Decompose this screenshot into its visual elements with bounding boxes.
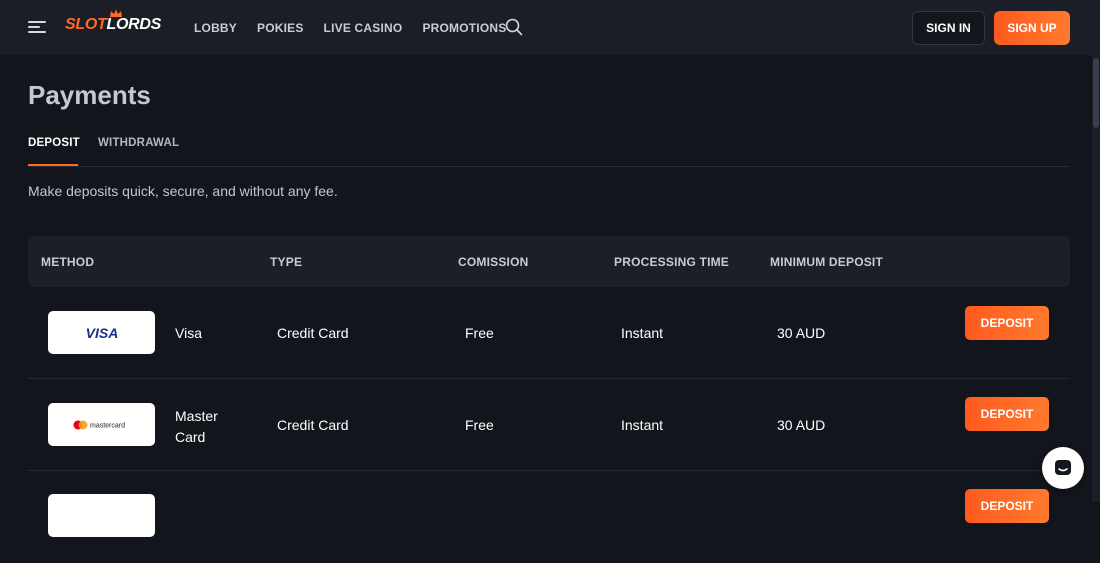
svg-text:mastercard: mastercard [90, 422, 125, 429]
active-tab-indicator [28, 164, 78, 166]
nav-live-casino[interactable]: LIVE CASINO [324, 21, 403, 35]
column-commission: COMISSION [458, 255, 529, 269]
deposit-button[interactable]: DEPOSIT [965, 306, 1049, 340]
scrollbar-thumb[interactable] [1093, 58, 1099, 128]
search-icon[interactable] [505, 18, 523, 36]
deposit-description: Make deposits quick, secure, and without… [28, 183, 338, 199]
table-row: VISA Visa Credit Card Free Instant 30 AU… [28, 287, 1070, 379]
column-method: METHOD [41, 255, 95, 269]
method-minimum-deposit: 30 AUD [777, 325, 826, 341]
nav-pokies[interactable]: POKIES [257, 21, 304, 35]
mastercard-logo: mastercard [48, 403, 155, 446]
column-minimum-deposit: MINIMUM DEPOSIT [770, 255, 883, 269]
method-processing-time: Instant [621, 417, 664, 433]
nav-promotions[interactable]: PROMOTIONS [422, 21, 506, 35]
page-title: Payments [28, 80, 151, 110]
method-commission: Free [465, 325, 494, 341]
table-row: mastercard Master Card Credit Card Free … [28, 379, 1070, 471]
visa-logo: VISA [48, 311, 155, 354]
method-commission: Free [465, 417, 494, 433]
payment-tabs: DEPOSIT WITHDRAWAL [28, 137, 1070, 167]
sign-in-button[interactable]: SIGN IN [912, 11, 985, 45]
main-nav: LOBBY POKIES LIVE CASINO PROMOTIONS [194, 21, 526, 35]
menu-icon[interactable] [28, 19, 48, 35]
sign-up-button[interactable]: SIGN UP [994, 11, 1070, 45]
method-name: Visa [175, 325, 202, 341]
method-name-line1: Master [175, 408, 218, 424]
site-logo[interactable]: SLOTLORDS [65, 16, 161, 34]
table-row: DEPOSIT [28, 471, 1070, 563]
deposit-button[interactable]: DEPOSIT [965, 397, 1049, 431]
method-processing-time: Instant [621, 325, 664, 341]
payments-table-header: METHOD TYPE COMISSION PROCESSING TIME MI… [28, 236, 1070, 287]
deposit-button[interactable]: DEPOSIT [965, 489, 1049, 523]
method-type: Credit Card [277, 325, 349, 341]
method-type: Credit Card [277, 417, 349, 433]
method-name: Master Card [175, 406, 218, 448]
top-header: SLOTLORDS LOBBY POKIES LIVE CASINO PROMO… [0, 0, 1100, 55]
column-processing-time: PROCESSING TIME [614, 255, 730, 269]
column-type: TYPE [270, 255, 303, 269]
chat-icon[interactable] [1042, 447, 1084, 489]
tab-deposit[interactable]: DEPOSIT [28, 137, 80, 149]
tab-withdrawal[interactable]: WITHDRAWAL [98, 137, 179, 149]
method-name-line2: Card [175, 429, 206, 445]
method-minimum-deposit: 30 AUD [777, 417, 826, 433]
nav-lobby[interactable]: LOBBY [194, 21, 237, 35]
payment-logo [48, 494, 155, 537]
svg-text:VISA: VISA [85, 325, 118, 341]
